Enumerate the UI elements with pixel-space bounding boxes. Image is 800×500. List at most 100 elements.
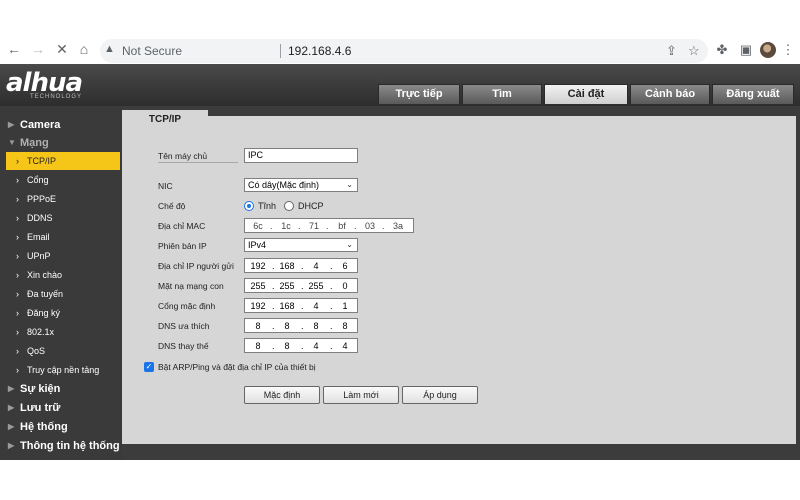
mac-octet: 6c (253, 221, 263, 231)
default-button[interactable]: Mặc định (244, 386, 320, 404)
ip-octet[interactable]: 192 (247, 300, 269, 312)
sidebar-item-label: Đa tuyến (27, 289, 64, 299)
tab-logout[interactable]: Đăng xuất (712, 84, 794, 104)
sidebar-item-system[interactable]: ▶ Hệ thống (0, 418, 122, 436)
ip-octet[interactable]: 4 (305, 300, 327, 312)
chevron-right-icon: › (16, 251, 19, 261)
ip-octet[interactable]: 1 (334, 300, 356, 312)
chevron-right-icon: › (16, 365, 19, 375)
sidebar-item-system-info[interactable]: ▶ Thông tin hệ thống (0, 437, 122, 455)
sidebar-item-email[interactable]: › Email (0, 228, 122, 246)
menu-icon[interactable]: ⋮ (780, 42, 796, 58)
chevron-down-icon: ⌄ (346, 240, 353, 249)
sidebar-item-register[interactable]: › Đăng ký (0, 304, 122, 322)
ip-version-select[interactable]: IPv4 ⌄ (244, 238, 358, 252)
sidebar-icon[interactable]: ▣ (738, 42, 754, 58)
address-bar[interactable]: ▲ Not Secure 192.168.4.6 (100, 39, 708, 63)
arp-ping-checkbox[interactable]: ✓ (144, 362, 154, 372)
tab-tcpip[interactable]: TCP/IP (122, 110, 208, 132)
ip-octet[interactable]: 6 (334, 260, 356, 272)
sidebar-item-network[interactable]: ▼ Mạng (0, 134, 122, 152)
tab-search[interactable]: Tìm (462, 84, 542, 104)
nic-select[interactable]: Có dây(Mặc định) ⌄ (244, 178, 358, 192)
ip-address-input[interactable]: 192 . 168 . 4 . 6 (244, 258, 358, 273)
ip-octet[interactable]: 8 (247, 340, 269, 352)
ip-octet[interactable]: 255 (247, 280, 269, 292)
sidebar-item-pppoe[interactable]: › PPPoE (0, 190, 122, 208)
stop-loading-icon[interactable]: ✕ (54, 41, 70, 57)
sidebar-item-label: Truy cập nền tảng (27, 365, 100, 375)
ip-octet[interactable]: 8 (276, 320, 298, 332)
gateway-label: Cổng mặc định (158, 301, 216, 311)
chevron-right-icon: ▶ (8, 384, 15, 393)
mac-address-field: 6c . 1c . 71 . bf . 03 . 3a (244, 218, 414, 233)
sidebar-item-camera[interactable]: ▶ Camera (0, 116, 122, 134)
ip-version-value: IPv4 (248, 240, 267, 250)
hostname-input[interactable]: IPC (244, 148, 358, 163)
mode-dhcp-radio[interactable] (284, 201, 294, 211)
tab-settings[interactable]: Cài đặt (544, 84, 628, 104)
ip-octet[interactable]: 8 (334, 320, 356, 332)
ip-octet[interactable]: 255 (276, 280, 298, 292)
forward-icon[interactable]: → (30, 41, 46, 57)
mode-static-radio[interactable] (244, 201, 254, 211)
avatar[interactable] (760, 42, 776, 58)
ip-octet[interactable]: 8 (276, 340, 298, 352)
ip-octet[interactable]: 8 (247, 320, 269, 332)
sidebar-item-events[interactable]: ▶ Sự kiện (0, 380, 122, 398)
tab-live[interactable]: Trực tiếp (378, 84, 460, 104)
sidebar-item-label: Thông tin hệ thống (20, 440, 120, 452)
hostname-label: Tên máy chủ (158, 151, 208, 161)
refresh-button[interactable]: Làm mới (323, 386, 399, 404)
sidebar-item-multicast[interactable]: › Đa tuyến (0, 285, 122, 303)
chevron-down-icon: ⌄ (346, 180, 353, 189)
sidebar-item-qos[interactable]: › QoS (0, 342, 122, 360)
ip-octet[interactable]: 168 (276, 260, 298, 272)
ip-octet[interactable]: 4 (334, 340, 356, 352)
tab-alarm[interactable]: Cảnh báo (630, 84, 710, 104)
ip-octet[interactable]: 192 (247, 260, 269, 272)
url-text[interactable]: 192.168.4.6 (288, 44, 351, 58)
gateway-input[interactable]: 192 . 168 . 4 . 1 (244, 298, 358, 313)
mode-static-label: Tĩnh (258, 201, 277, 211)
sidebar-item-port[interactable]: › Cổng (0, 171, 122, 189)
share-icon[interactable]: ⇪ (666, 43, 677, 59)
ip-octet[interactable]: 0 (334, 280, 356, 292)
separator: . (301, 281, 304, 291)
sidebar-item-label: DDNS (27, 213, 53, 223)
sidebar-item-upnp[interactable]: › UPnP (0, 247, 122, 265)
page-footer (0, 460, 800, 500)
divider (158, 162, 238, 163)
chevron-right-icon: › (16, 270, 19, 280)
sidebar-item-platform-access[interactable]: › Truy cập nền tảng (0, 361, 122, 379)
mac-octet: 1c (281, 221, 291, 231)
extensions-icon[interactable]: ✤ (714, 42, 730, 58)
sidebar-item-tcpip[interactable]: › TCP/IP (6, 152, 120, 170)
ip-octet[interactable]: 255 (305, 280, 327, 292)
alternate-dns-input[interactable]: 8 . 8 . 4 . 4 (244, 338, 358, 353)
subnet-mask-input[interactable]: 255 . 255 . 255 . 0 (244, 278, 358, 293)
sidebar-item-label: Camera (20, 119, 61, 131)
sidebar-item-bonjour[interactable]: › Xin chào (0, 266, 122, 284)
bookmark-star-icon[interactable]: ☆ (688, 43, 700, 59)
home-icon[interactable]: ⌂ (76, 41, 92, 57)
separator: . (301, 321, 304, 331)
sidebar-item-label: TCP/IP (27, 156, 57, 166)
separator: . (298, 221, 301, 231)
back-icon[interactable]: ← (6, 41, 22, 57)
chevron-right-icon: › (16, 175, 19, 185)
ip-octet[interactable]: 4 (305, 260, 327, 272)
ip-octet[interactable]: 8 (305, 320, 327, 332)
separator: . (272, 301, 275, 311)
chevron-right-icon: ▶ (8, 120, 15, 129)
sidebar-item-storage[interactable]: ▶ Lưu trữ (0, 399, 122, 417)
sidebar-item-8021x[interactable]: › 802.1x (0, 323, 122, 341)
ip-octet[interactable]: 4 (305, 340, 327, 352)
ip-octet[interactable]: 168 (276, 300, 298, 312)
separator: . (382, 221, 385, 231)
chevron-right-icon: › (16, 289, 19, 299)
preferred-dns-input[interactable]: 8 . 8 . 8 . 8 (244, 318, 358, 333)
chevron-right-icon: › (16, 156, 19, 166)
apply-button[interactable]: Áp dụng (402, 386, 478, 404)
sidebar-item-ddns[interactable]: › DDNS (0, 209, 122, 227)
